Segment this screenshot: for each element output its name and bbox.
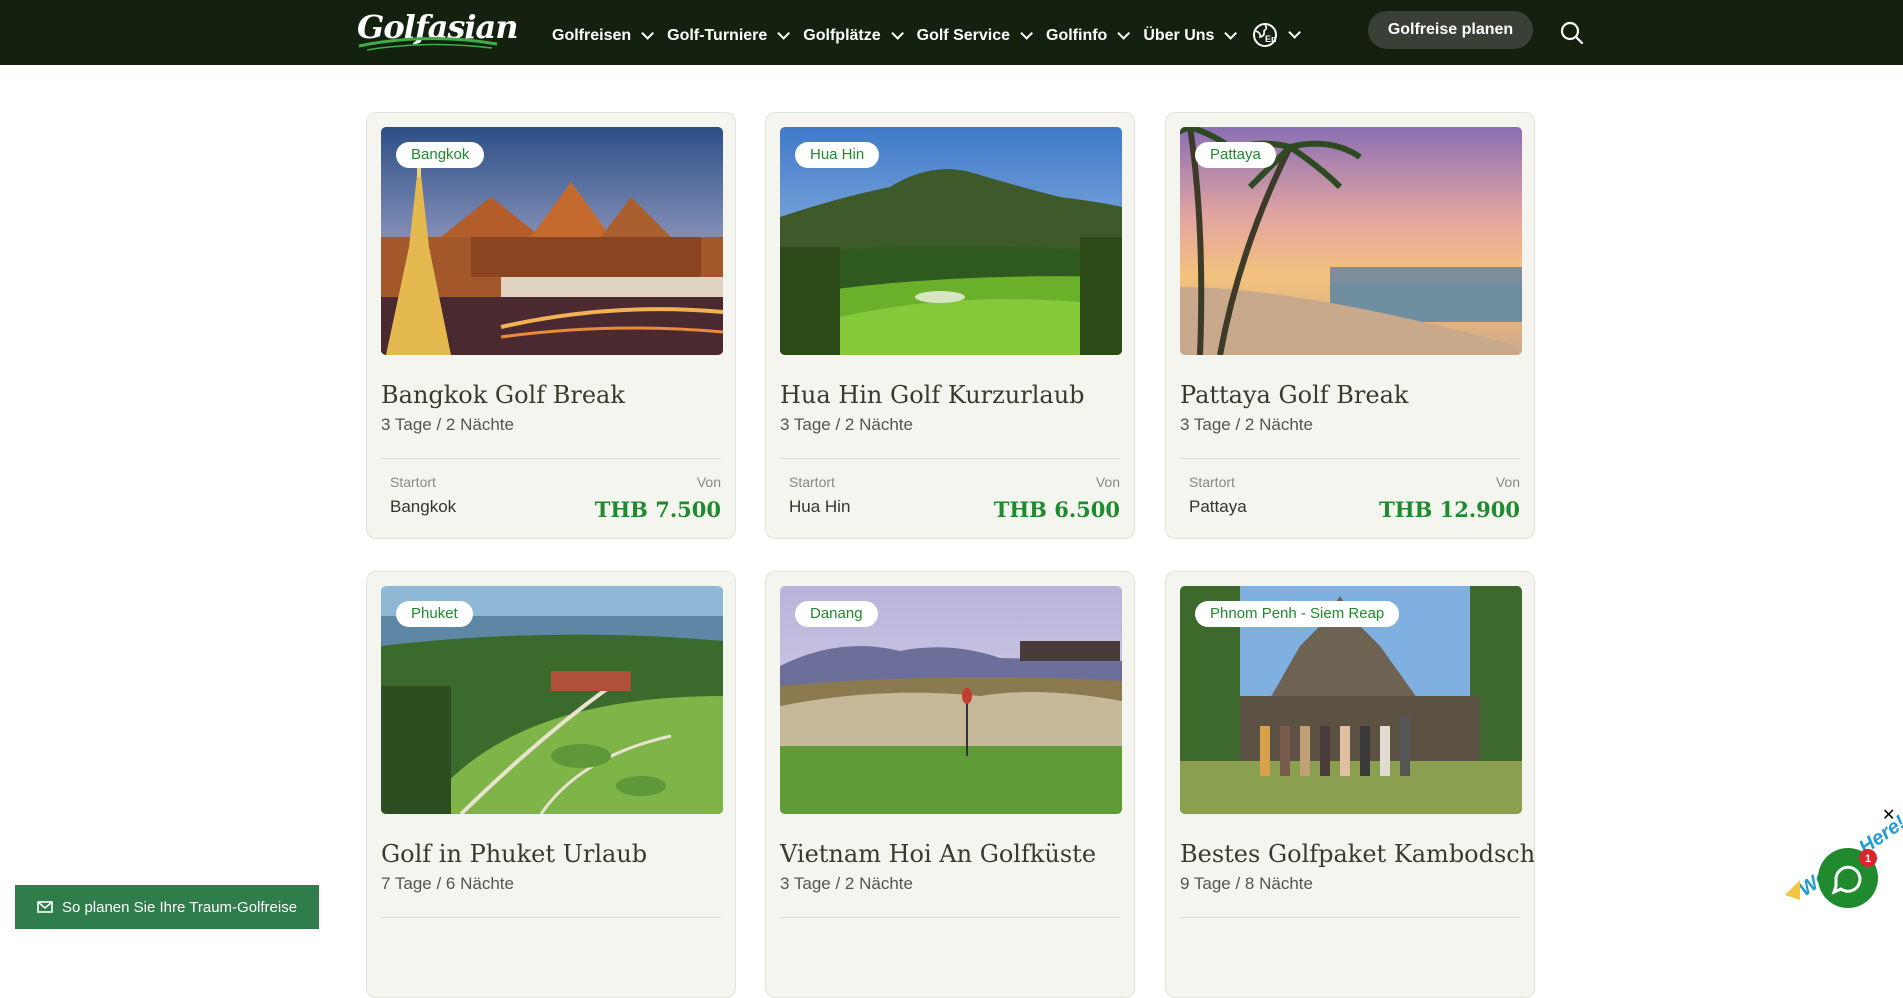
tour-price: THB 7.500 xyxy=(594,497,721,522)
logo-swoosh-icon xyxy=(358,37,498,51)
danang-golf-course-image: Danang xyxy=(780,586,1122,814)
location-badge: Phuket xyxy=(396,601,473,627)
start-location: Bangkok xyxy=(390,497,457,516)
nav-golfinfo[interactable]: Golfinfo xyxy=(1046,21,1131,45)
nav-golf-service[interactable]: Golf Service xyxy=(916,21,1034,45)
tour-card[interactable]: Pattaya Pattaya Golf Break 3 Tage / 2 Nä… xyxy=(1165,112,1535,539)
tour-duration: 3 Tage / 2 Nächte xyxy=(780,415,913,434)
nav-label: Golf Service xyxy=(916,26,1011,44)
tour-card[interactable]: Hua Hin Hua Hin Golf Kurzurlaub 3 Tage /… xyxy=(765,112,1135,539)
bangkok-temple-image: Bangkok xyxy=(381,127,723,355)
tour-title[interactable]: Golf in Phuket Urlaub xyxy=(381,840,647,868)
start-label: Startort xyxy=(789,474,835,490)
tour-card[interactable]: Phuket Golf in Phuket Urlaub 7 Tage / 6 … xyxy=(366,571,736,998)
start-label: Startort xyxy=(1189,474,1235,490)
site-header: Golfasian Golfreisen Golf-Turniere Golfp… xyxy=(0,0,1903,65)
tour-price: THB 12.900 xyxy=(1379,497,1520,522)
tour-title[interactable]: Vietnam Hoi An Golfküste xyxy=(780,840,1096,868)
phuket-golf-course-image: Phuket xyxy=(381,586,723,814)
plan-golf-trip-button[interactable]: Golfreise planen xyxy=(1368,11,1533,49)
language-globe-icon: En xyxy=(1253,22,1278,47)
chat-widget[interactable]: We Are Here! 1 xyxy=(1780,800,1903,929)
location-badge: Bangkok xyxy=(396,142,485,168)
chevron-down-icon xyxy=(641,27,655,40)
chat-count-badge: 1 xyxy=(1865,853,1871,865)
nav-golfreisen[interactable]: Golfreisen xyxy=(552,21,655,45)
divider xyxy=(381,458,721,459)
chevron-down-icon xyxy=(890,27,904,40)
start-label: Startort xyxy=(390,474,436,490)
location-badge: Hua Hin xyxy=(795,142,880,168)
tour-duration: 7 Tage / 6 Nächte xyxy=(381,874,514,893)
nav-label: Golfreisen xyxy=(552,26,632,44)
nav-ueber-uns[interactable]: Über Uns xyxy=(1143,21,1238,45)
divider xyxy=(780,458,1120,459)
tour-duration: 3 Tage / 2 Nächte xyxy=(780,874,913,893)
envelope-icon xyxy=(37,901,53,913)
divider xyxy=(1180,458,1520,459)
divider xyxy=(381,917,721,918)
plan-dream-trip-label: So planen Sie Ihre Traum-Golfreise xyxy=(61,898,298,916)
tour-title[interactable]: Bangkok Golf Break xyxy=(381,381,625,409)
nav-label: Golfinfo xyxy=(1046,26,1108,44)
nav-label: Golfplätze xyxy=(803,26,881,44)
location-badge: Pattaya xyxy=(1195,142,1276,168)
tour-title[interactable]: Bestes Golfpaket Kambodscha xyxy=(1180,840,1534,868)
divider xyxy=(780,917,1120,918)
price-from-label: Von xyxy=(696,474,721,490)
nav-golfplaetze[interactable]: Golfplätze xyxy=(803,21,904,45)
divider xyxy=(1180,917,1520,918)
golfasian-logo[interactable]: Golfasian xyxy=(357,6,518,52)
tour-title[interactable]: Pattaya Golf Break xyxy=(1180,381,1408,409)
tour-price: THB 6.500 xyxy=(993,497,1120,522)
start-location: Pattaya xyxy=(1189,497,1247,516)
pattaya-beach-image: Pattaya xyxy=(1180,127,1522,355)
chevron-down-icon xyxy=(777,27,791,40)
nav-golf-turniere[interactable]: Golf-Turniere xyxy=(667,21,791,45)
location-badge: Phnom Penh - Siem Reap xyxy=(1195,601,1400,627)
nav-label: Über Uns xyxy=(1143,26,1215,44)
tour-duration: 3 Tage / 2 Nächte xyxy=(1180,415,1313,434)
price-from-label: Von xyxy=(1495,474,1520,490)
tour-card[interactable]: Phnom Penh - Siem Reap Bestes Golfpaket … xyxy=(1165,571,1535,998)
nav-label: Golf-Turniere xyxy=(667,26,768,44)
angkor-wat-group-image: Phnom Penh - Siem Reap xyxy=(1180,586,1522,814)
tour-card[interactable]: Danang Vietnam Hoi An Golfküste 3 Tage /… xyxy=(765,571,1135,998)
hua-hin-golf-course-image: Hua Hin xyxy=(780,127,1122,355)
language-label: En xyxy=(1265,34,1277,44)
main-nav: Golfreisen Golf-Turniere Golfplätze Golf… xyxy=(552,0,1302,65)
tour-card[interactable]: Bangkok Bangkok Golf Break 3 Tage / 2 Nä… xyxy=(366,112,736,539)
chevron-down-icon xyxy=(1224,27,1238,40)
language-switcher[interactable]: En xyxy=(1252,18,1302,48)
chevron-down-icon xyxy=(1288,26,1302,39)
tour-duration: 9 Tage / 8 Nächte xyxy=(1180,874,1313,893)
start-location: Hua Hin xyxy=(789,497,851,516)
tour-duration: 3 Tage / 2 Nächte xyxy=(381,415,514,434)
location-badge: Danang xyxy=(795,601,878,627)
plan-dream-trip-button[interactable]: So planen Sie Ihre Traum-Golfreise xyxy=(15,885,319,929)
chevron-down-icon xyxy=(1020,27,1034,40)
search-icon[interactable] xyxy=(1559,20,1585,46)
chevron-down-icon xyxy=(1117,27,1131,40)
tour-title[interactable]: Hua Hin Golf Kurzurlaub xyxy=(780,381,1085,409)
price-from-label: Von xyxy=(1095,474,1120,490)
